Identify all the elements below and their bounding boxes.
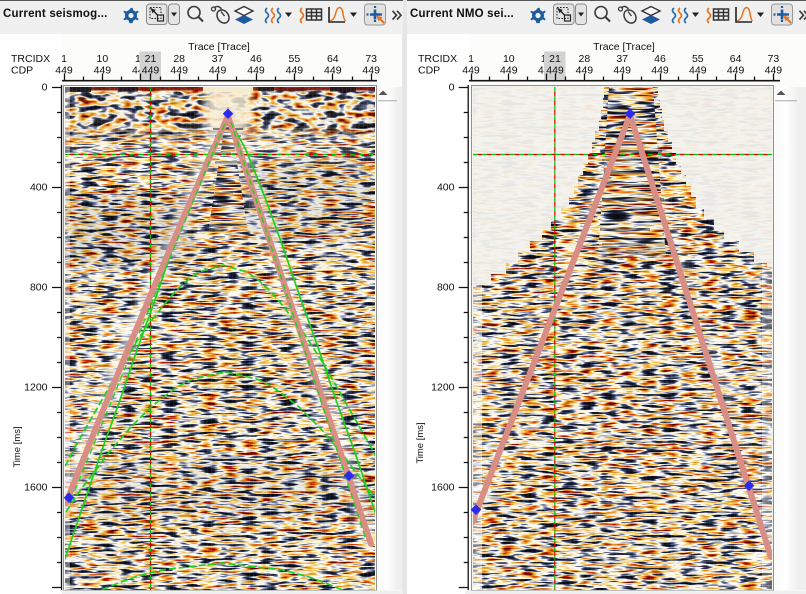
- svg-text:1200: 1200: [431, 382, 455, 394]
- svg-text:Trace [Trace]: Trace [Trace]: [593, 41, 655, 53]
- svg-text:10: 10: [97, 53, 109, 65]
- svg-text:1: 1: [61, 53, 67, 65]
- svg-text:64: 64: [730, 53, 742, 65]
- svg-text:0: 0: [449, 82, 455, 94]
- svg-text:46: 46: [654, 53, 666, 65]
- svg-text:800: 800: [437, 282, 455, 294]
- svg-text:1600: 1600: [24, 482, 48, 494]
- svg-text:1: 1: [468, 53, 474, 65]
- svg-text:28: 28: [173, 53, 185, 65]
- svg-text:28: 28: [579, 53, 591, 65]
- svg-text:37: 37: [616, 53, 628, 65]
- svg-text:55: 55: [692, 53, 704, 65]
- svg-text:64: 64: [327, 53, 339, 65]
- svg-text:TRCIDX: TRCIDX: [11, 53, 50, 65]
- svg-text:46: 46: [250, 53, 262, 65]
- svg-text:55: 55: [289, 53, 301, 65]
- svg-text:1600: 1600: [431, 482, 455, 494]
- svg-text:21: 21: [549, 53, 561, 65]
- svg-text:CDP: CDP: [418, 65, 440, 77]
- svg-text:73: 73: [365, 53, 377, 65]
- svg-text:10: 10: [503, 53, 515, 65]
- svg-text:Time [ms]: Time [ms]: [415, 422, 426, 463]
- svg-text:400: 400: [30, 182, 48, 194]
- svg-text:37: 37: [212, 53, 224, 65]
- svg-text:73: 73: [768, 53, 780, 65]
- svg-text:400: 400: [437, 182, 455, 194]
- svg-text:CDP: CDP: [11, 65, 33, 77]
- svg-text:21: 21: [145, 53, 157, 65]
- svg-text:Time [ms]: Time [ms]: [12, 426, 23, 467]
- svg-text:800: 800: [30, 282, 48, 294]
- svg-text:TRCIDX: TRCIDX: [418, 53, 457, 65]
- svg-text:Trace [Trace]: Trace [Trace]: [188, 41, 250, 53]
- svg-text:0: 0: [42, 82, 48, 94]
- svg-text:1200: 1200: [24, 382, 48, 394]
